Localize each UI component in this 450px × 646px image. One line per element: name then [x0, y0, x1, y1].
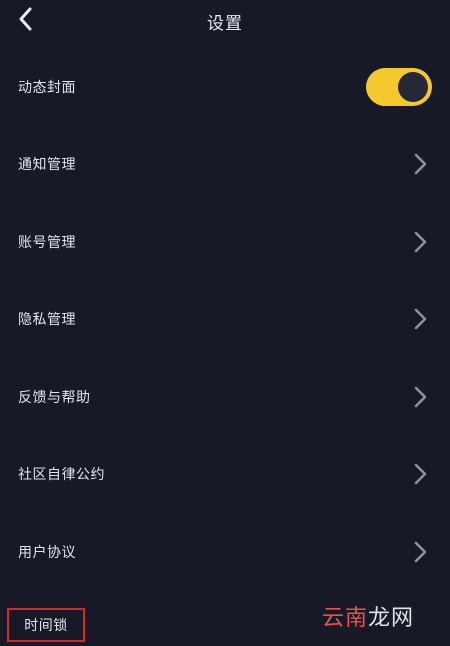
chevron-right-icon: [410, 306, 430, 332]
chevron-right-icon: [410, 151, 430, 177]
watermark: 云南龙网: [322, 600, 414, 632]
settings-item-label: 隐私管理: [18, 312, 76, 329]
chevron-right-icon: [410, 461, 430, 487]
chevron-right-icon: [410, 229, 430, 255]
settings-item-community-rules[interactable]: 社区自律公约: [0, 436, 450, 514]
settings-item-label: 社区自律公约: [18, 467, 105, 484]
chevron-right-icon: [410, 384, 430, 410]
settings-item-dynamic-cover[interactable]: 动态封面: [0, 48, 450, 126]
dynamic-cover-toggle[interactable]: [366, 67, 432, 106]
settings-item-label: 账号管理: [18, 234, 76, 251]
settings-item-notification[interactable]: 通知管理: [0, 126, 450, 204]
settings-list: 动态封面 通知管理 账号管理 隐私管理 反馈与帮助 社区自律公约 用户协议: [0, 48, 450, 591]
settings-item-label: 通知管理: [18, 157, 76, 174]
watermark-part: 龙网: [367, 606, 414, 631]
settings-item-label: 反馈与帮助: [18, 389, 91, 406]
settings-item-label: 时间锁: [24, 618, 68, 634]
header-bar: 设置: [0, 0, 450, 40]
toggle-knob: [398, 71, 428, 102]
watermark-part: 云南: [321, 606, 368, 631]
chevron-right-icon: [410, 539, 430, 565]
settings-item-user-agreement[interactable]: 用户协议: [0, 513, 450, 591]
settings-item-label: 动态封面: [18, 79, 76, 96]
page-title: 设置: [207, 14, 243, 34]
settings-item-label: 用户协议: [18, 544, 76, 561]
settings-item-account[interactable]: 账号管理: [0, 203, 450, 281]
settings-item-feedback-help[interactable]: 反馈与帮助: [0, 358, 450, 436]
settings-item-time-lock[interactable]: 时间锁: [7, 608, 85, 642]
settings-screen: 设置 动态封面 通知管理 账号管理 隐私管理 反馈与帮助 社区自律公约 用户协议…: [0, 0, 450, 646]
settings-item-privacy[interactable]: 隐私管理: [0, 281, 450, 359]
